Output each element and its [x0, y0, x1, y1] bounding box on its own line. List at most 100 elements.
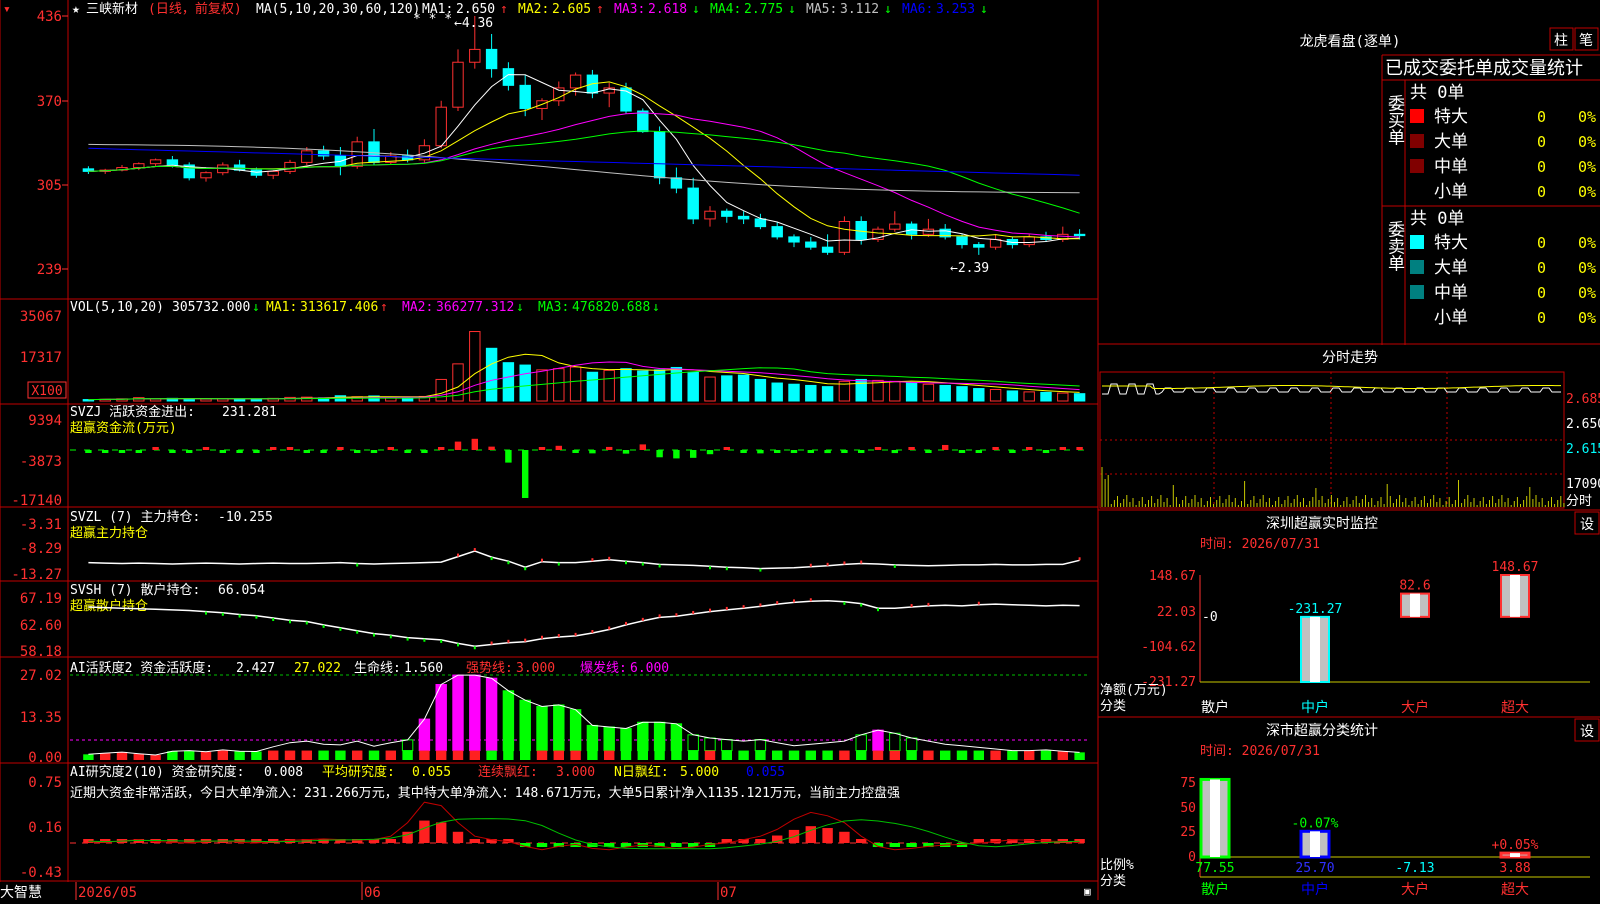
activity-base-bar [990, 750, 1001, 760]
y-tick: 13.35 [20, 710, 62, 726]
ai-active-label: AI活跃度2 资金活跃度: [70, 660, 213, 676]
classify-category-label: 散户 [1201, 881, 1229, 898]
order-count-value: 0 [1537, 284, 1546, 302]
activity-bar [469, 674, 481, 752]
candle [452, 61, 464, 108]
activity-bar [905, 737, 918, 752]
monitor-ylabel: 净额(万元) [1100, 683, 1168, 698]
activity-bar [569, 709, 582, 752]
y-tick: -3.31 [20, 517, 62, 533]
stock-chart-window: 436 370 305 239 35067 17317 9394 -3873 -… [0, 0, 1600, 901]
candle [166, 159, 179, 166]
research-bar [435, 822, 447, 843]
candle [956, 236, 968, 246]
activity-base-bar [116, 752, 128, 760]
research-bar [671, 843, 682, 847]
chart-canvas[interactable]: 436 370 305 239 35067 17317 9394 -3873 -… [0, 0, 1600, 901]
order-size-label: 大单 [1434, 258, 1468, 278]
candle [973, 244, 985, 248]
ma-legend-label: MA2: [518, 2, 549, 17]
activity-base-bar [402, 750, 413, 760]
flow-bar [1025, 447, 1033, 450]
x-label: 2026/05 [78, 885, 137, 900]
candle [485, 48, 498, 70]
monitor-category-label: 大户 [1401, 699, 1429, 716]
order-count-value: 0 [1537, 133, 1546, 151]
activity-base-bar [704, 750, 716, 760]
burst-label: 爆发线: [580, 660, 627, 676]
ma-line-ma3 [88, 112, 1080, 238]
activity-base-bar [603, 750, 615, 760]
sell-total: 共 0单 [1410, 209, 1464, 229]
activity-base-bar [721, 750, 733, 760]
volume-bar [1073, 393, 1086, 402]
activity-base-bar [956, 750, 968, 760]
monitor-category-label: 中户 [1301, 699, 1329, 716]
volume-ma-value: 366277.312 [436, 300, 514, 315]
volume-bar [821, 386, 834, 402]
candle [284, 161, 296, 172]
classify-settings-button[interactable]: 设 [1580, 724, 1594, 740]
activity-base-bar [183, 750, 195, 760]
flow-bar [118, 450, 126, 453]
order-size-label: 小单 [1434, 182, 1468, 202]
research-bar [419, 820, 430, 843]
nred-label: N日飘红: [614, 764, 669, 780]
svsh-value: 66.054 [218, 583, 265, 598]
y-tick: 0.75 [28, 775, 62, 791]
order-size-label: 特大 [1434, 107, 1468, 127]
ma-legend-value: 2.618 [648, 2, 687, 17]
flow-bar [370, 450, 378, 453]
candle [1023, 236, 1035, 246]
volume-bar [989, 389, 1002, 402]
flow-bar [454, 441, 462, 450]
activity-base-bar [755, 750, 766, 760]
activity-base-bar [335, 750, 346, 760]
y-tick: 2.615 [1566, 442, 1600, 457]
y-tick: 9394 [28, 413, 62, 429]
svg-text:↓: ↓ [252, 300, 260, 315]
monitor-bar-highlight [1310, 616, 1320, 682]
price-notes: ←4.36 ←2.39 * * * [413, 12, 989, 276]
order-color-swatch [1410, 109, 1424, 123]
buy-label: 委买单 [1384, 94, 1405, 145]
volume-ma-label: MA3: [538, 300, 569, 315]
candle [267, 170, 279, 176]
candle [821, 246, 834, 253]
volume-ma-label: MA2: [402, 300, 433, 315]
tick-view-button[interactable]: 笔 [1579, 33, 1593, 49]
svzj-subtitle: 超赢资金流(万元) [70, 420, 177, 436]
monitor-settings-button[interactable]: 设 [1580, 517, 1594, 533]
ma-legend-value: 2.650 [456, 2, 495, 17]
bar-view-button[interactable]: 柱 [1554, 33, 1568, 49]
activity-base-bar [923, 750, 934, 760]
activity-base-bar [267, 750, 279, 760]
svzl-label: SVZL (7) 主力持仓: [70, 510, 200, 525]
candle [149, 159, 162, 165]
activity-bar [553, 704, 565, 752]
candle [653, 131, 666, 179]
flow-bar [219, 450, 227, 453]
candle [301, 150, 313, 163]
flow-bar [1076, 447, 1083, 450]
flow-bar [689, 450, 697, 458]
flow-bar [152, 447, 159, 450]
classify-time: 时间: 2026/07/31 [1200, 744, 1320, 759]
flow-bar [874, 447, 882, 450]
candles [82, 16, 1086, 255]
ma-legend-arrow: ↓ [884, 2, 892, 17]
volume-bar [603, 369, 615, 402]
candle [905, 223, 918, 235]
activity-base-bar [839, 750, 850, 760]
activity-base-bar [738, 750, 749, 760]
monitor-zero-label: -0 [1202, 610, 1218, 625]
svzl-line [88, 548, 1081, 572]
classify-title: 深市超赢分类统计 [1266, 722, 1378, 739]
candle [771, 226, 783, 238]
flow-bar [656, 450, 663, 458]
activity-bar [721, 739, 733, 752]
volume-bar [788, 383, 800, 402]
activity-base-bar [301, 750, 313, 760]
flow-bar [824, 450, 831, 454]
activity-base-bar [788, 750, 800, 760]
